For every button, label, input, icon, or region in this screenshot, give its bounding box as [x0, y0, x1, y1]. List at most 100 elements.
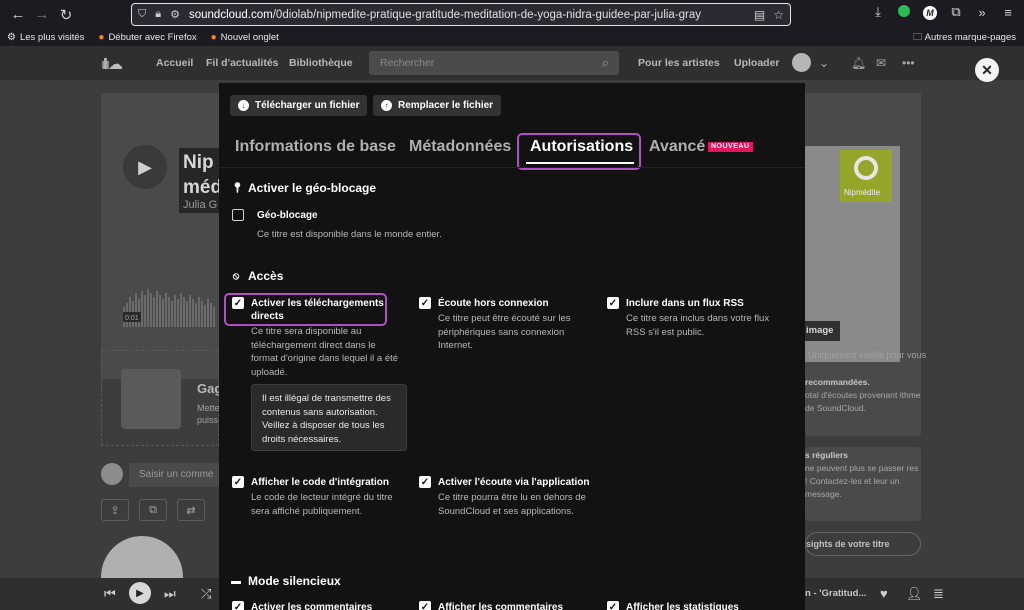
mail-icon[interactable]: ✉: [876, 56, 886, 70]
download-icon: ↓: [238, 100, 249, 111]
option-show-comments: ✓ Afficher les commentaires: [419, 601, 589, 610]
player-track-title[interactable]: n - 'Gratitud...: [805, 588, 866, 599]
option-app-playback: ✓ Activer l'écoute via l'application Ce …: [419, 476, 590, 517]
bell-icon[interactable]: 🔔︎: [851, 56, 866, 70]
extension-icon[interactable]: [896, 4, 912, 20]
legal-warning: Il est illégal de transmettre des conten…: [251, 384, 407, 451]
back-arrow-icon[interactable]: ←: [6, 3, 30, 27]
lock-icon[interactable]: 🔒︎: [155, 8, 161, 21]
menu-icon[interactable]: ≡: [1000, 5, 1016, 20]
url-text[interactable]: soundcloud.com/0diolab/nipmedite-pratiqu…: [189, 9, 754, 21]
player-play-icon[interactable]: ▶: [129, 582, 151, 604]
option-direct-downloads: ✓ Activer les téléchargements directs Ce…: [232, 297, 399, 378]
option-embed-code: ✓ Afficher le code d'intégration Le code…: [232, 476, 393, 517]
reload-icon[interactable]: ↻: [54, 3, 78, 27]
reader-view-icon[interactable]: ▤: [754, 8, 765, 22]
replace-file-button[interactable]: ↑ Remplacer le fichier: [373, 95, 502, 116]
embed-code-checkbox[interactable]: ✓: [232, 476, 244, 488]
bookmarks-bar: ⚙ Les plus visités ● Débuter avec Firefox …: [0, 29, 1024, 46]
nav-feed[interactable]: Fil d'actualités: [206, 57, 279, 69]
insights-button[interactable]: sights de votre titre: [805, 532, 921, 556]
upsell-desc: Mette puiss: [197, 403, 219, 425]
chevron-down-icon[interactable]: ⌄: [819, 56, 829, 70]
new-badge: NOUVEAU: [708, 142, 753, 152]
active-tab-underline: [526, 162, 634, 164]
option-show-stats: ✓ Afficher les statistiques: [607, 601, 777, 610]
geo-blocking-checkbox[interactable]: [232, 209, 244, 221]
previous-icon[interactable]: ⏮: [104, 586, 116, 602]
tab-advanced[interactable]: Avancé: [649, 138, 705, 156]
comment-icon: ▬: [231, 575, 241, 587]
nav-library[interactable]: Bibliothèque: [289, 57, 353, 69]
queue-icon[interactable]: ≣: [933, 586, 944, 602]
copy-icon[interactable]: ⧉: [139, 499, 167, 521]
bookmark-star-icon[interactable]: ☆: [773, 8, 784, 22]
recommended-card: recommandées. otal d'écoutes provenant it…: [805, 374, 921, 436]
heart-icon[interactable]: ♥: [880, 586, 888, 601]
permissions-icon[interactable]: ⚙: [170, 8, 180, 21]
sc-search-input[interactable]: Rechercher ⌕: [369, 51, 619, 75]
offline-listening-checkbox[interactable]: ✓: [419, 297, 431, 309]
other-bookmarks[interactable]: 🗀︎ Autres marque-pages: [913, 30, 1016, 46]
url-bar[interactable]: ⛉ 🔒︎ ⚙ soundcloud.com/0diolab/nipmedite-…: [131, 3, 791, 26]
upload-icon: ↑: [381, 100, 392, 111]
bookmark-new-tab[interactable]: ● Nouvel onglet: [211, 32, 279, 43]
nav-home[interactable]: Accueil: [156, 57, 193, 69]
comment-row: Saisir un comme: [101, 463, 219, 489]
app-playback-checkbox[interactable]: ✓: [419, 476, 431, 488]
hero-title: Nip méd: [179, 148, 222, 202]
hand-icon: [121, 369, 181, 429]
show-comments-checkbox[interactable]: ✓: [419, 601, 431, 610]
next-icon[interactable]: ⏭: [164, 586, 176, 602]
option-enable-comments: ✓ Activer les commentaires: [232, 601, 402, 610]
share-icon[interactable]: ⇪: [101, 499, 129, 521]
sc-header: ıllı☁ Accueil Fil d'actualités Bibliothè…: [0, 46, 1024, 80]
upsell-box: [101, 350, 219, 446]
upload-link[interactable]: Uploader: [734, 57, 780, 69]
play-icon[interactable]: ▶: [123, 145, 167, 189]
tab-basic-info[interactable]: Informations de base: [235, 138, 396, 156]
enable-comments-checkbox[interactable]: ✓: [232, 601, 244, 610]
visible-note: Uniquement visible pour vous: [808, 350, 927, 360]
shuffle-icon[interactable]: ⤮: [201, 586, 211, 602]
silent-section-title: ▬ Mode silencieux: [231, 574, 341, 588]
for-artists-link[interactable]: Pour les artistes: [638, 57, 720, 69]
location-pin-icon: 📍︎: [231, 182, 244, 194]
profile-icon[interactable]: M: [922, 4, 938, 20]
show-stats-checkbox[interactable]: ✓: [607, 601, 619, 610]
replace-image-button[interactable]: image: [804, 321, 840, 341]
edit-track-modal: ↓ Télécharger un fichier ↑ Remplacer le …: [219, 83, 805, 610]
waveform[interactable]: 0:01: [123, 283, 218, 343]
forward-arrow-icon[interactable]: →: [30, 3, 54, 27]
extensions-puzzle-icon[interactable]: ⧉: [948, 4, 964, 20]
time-elapsed: 0:01: [125, 315, 139, 322]
geo-blocking-option: Géo-blocage Ce titre est disponible dans…: [232, 209, 482, 241]
browser-chrome: ← → ↻ ⛉ 🔒︎ ⚙ soundcloud.com/0diolab/nipm…: [0, 0, 1024, 50]
firefox-icon: ●: [98, 32, 105, 43]
tab-metadata[interactable]: Métadonnées: [409, 138, 511, 156]
tab-divider: [219, 167, 805, 168]
option-offline-listening: ✓ Écoute hors connexion Ce titre peut êt…: [419, 297, 571, 351]
search-icon[interactable]: ⌕: [602, 55, 609, 71]
download-file-button[interactable]: ↓ Télécharger un fichier: [230, 95, 368, 116]
bookmark-firefox[interactable]: ● Débuter avec Firefox: [98, 32, 196, 43]
gear-icon: ⚙: [7, 32, 16, 43]
rss-feed-checkbox[interactable]: ✓: [607, 297, 619, 309]
nipmedite-logo: Nipmédite: [840, 150, 892, 202]
add-user-icon[interactable]: 👤︎: [906, 586, 923, 602]
soundcloud-logo-icon[interactable]: ıllı☁: [101, 55, 135, 73]
tab-permissions[interactable]: Autorisations: [530, 138, 633, 156]
downloads-icon[interactable]: ⤓: [870, 4, 886, 20]
overflow-chevrons-icon[interactable]: »: [974, 5, 990, 20]
bookmark-most-visited[interactable]: ⚙ Les plus visités: [7, 32, 84, 43]
shield-icon[interactable]: ⛉: [138, 8, 146, 21]
repost-icon[interactable]: ⇄: [177, 499, 205, 521]
comment-input[interactable]: Saisir un comme: [129, 463, 219, 487]
close-icon[interactable]: ✕: [975, 58, 999, 82]
more-icon[interactable]: •••: [902, 56, 915, 70]
avatar: [101, 463, 123, 485]
user-avatar[interactable]: [792, 53, 811, 72]
direct-downloads-checkbox[interactable]: ✓: [232, 297, 244, 309]
option-rss-feed: ✓ Inclure dans un flux RSS Ce titre sera…: [607, 297, 770, 338]
hero-artist[interactable]: Julia G: [179, 197, 222, 213]
